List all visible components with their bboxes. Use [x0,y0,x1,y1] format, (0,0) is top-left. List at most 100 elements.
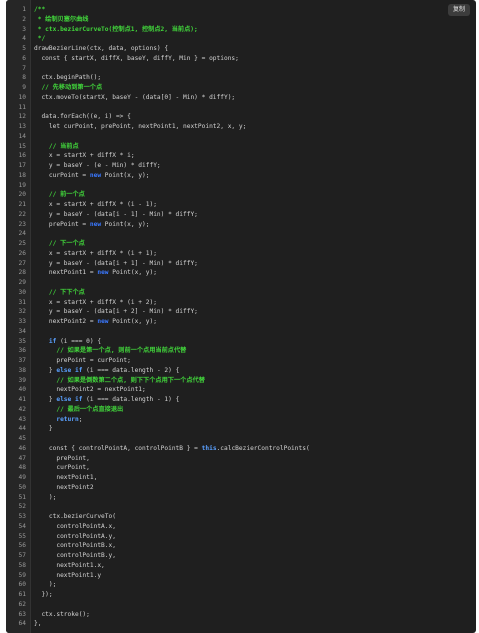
code-token: controlPointA.x, [34,522,116,530]
code-line: 64}, [6,619,476,629]
code-line: 10 ctx.moveTo(startX, baseY - (data[0] -… [6,93,476,103]
code-line: 36 // 如果是第一个点, 则前一个点用当前点代替 [6,346,476,356]
code-token: }); [34,591,53,598]
code-line: 14 [6,132,476,142]
code-line: 15 // 当前点 [6,142,476,152]
code-line: 32 y = baseY - (data[i + 2] - Min) * dif… [6,307,476,317]
line-number: 14 [18,132,26,140]
code-line: 40 nextPoint2 = nextPoint1; [6,385,476,395]
code-token: controlPointB.x, [34,542,116,550]
line-number: 59 [18,571,26,579]
code-line: 47 prePoint, [6,454,476,464]
code-token: const { startX, diffX, baseY, diffY, Min… [34,54,239,62]
code-text: // 如果是倒数第二个点, 则下下个点用下一个点代替 [34,376,476,386]
code-token: ctx.stroke(); [34,610,90,618]
copy-button[interactable]: 复制 [448,4,470,16]
code-line: 9 // 先移动到第一个点 [6,83,476,93]
code-text: prePoint = new Point(x, y); [34,220,476,230]
line-number: 58 [18,561,26,569]
code-text: prePoint = curPoint; [34,356,476,366]
code-text: * ctx.bezierCurveTo(控制点1, 控制点2, 当前点); [34,25,476,35]
code-line: 63 ctx.stroke(); [6,610,476,620]
code-text: curPoint, [34,463,476,473]
code-token: prePoint = [34,220,90,228]
code-line: 25 // 下一个点 [6,239,476,249]
code-comment: // 最后一个点直接退出 [34,405,124,413]
line-number: 26 [18,249,26,257]
code-text: nextPoint2 [34,483,476,493]
line-number: 45 [18,435,26,442]
line-number: 16 [18,152,26,160]
line-number: 60 [18,581,26,589]
code-text: // 前一个点 [34,190,476,200]
code-token: (i === 0) { [56,337,102,345]
code-token: let curPoint, prePoint, nextPoint1, next… [34,123,247,130]
code-line: 24 [6,229,476,239]
code-token: controlPointA.y, [34,532,116,540]
line-number: 4 [22,35,26,43]
code-text: // 当前点 [34,142,476,152]
code-token: nextPoint1.y [34,571,102,579]
line-number: 36 [18,347,26,355]
line-number: 22 [18,210,26,218]
code-text: nextPoint1.x, [34,561,476,571]
code-text: if (i === 0) { [34,337,476,347]
code-line: 18 curPoint = new Point(x, y); [6,171,476,181]
code-token: prePoint, [34,454,90,462]
code-token: drawBezierLine(ctx, data, options) { [34,45,169,52]
code-token: prePoint = curPoint; [34,357,131,364]
code-line: 53 ctx.bezierCurveTo( [6,512,476,522]
line-number: 55 [18,532,26,540]
code-token: y = baseY - (data[i - 1] - Min) * diffY; [34,210,198,218]
code-line: 4 */ [6,34,476,44]
code-token: } [34,425,53,433]
line-number: 40 [18,386,26,394]
code-token: nextPoint2 = [34,318,98,325]
code-line: 19 [6,181,476,191]
code-line: 50 nextPoint2 [6,483,476,493]
code-line: 38 } else if (i === data.length - 2) { [6,366,476,376]
code-line: 12 data.forEach((e, i) => { [6,112,476,122]
code-line: 31 x = startX + diffX * (i + 2); [6,298,476,308]
code-text: x = startX + diffX * (i + 2); [34,298,476,308]
line-number: 27 [18,259,26,267]
code-text: // 最后一个点直接退出 [34,405,476,415]
code-line: 23 prePoint = new Point(x, y); [6,220,476,230]
code-comment: */ [34,35,46,43]
code-text: y = baseY - (data[i + 2] - Min) * diffY; [34,307,476,317]
code-token: y = baseY - (data[i + 1] - Min) * diffY; [34,259,198,267]
code-keyword: else if [56,396,83,403]
code-line: 5 drawBezierLine(ctx, data, options) { [6,44,476,54]
code-line: 6 const { startX, diffX, baseY, diffY, M… [6,54,476,64]
code-line: 2 * 绘制贝塞尔曲线 [6,15,476,25]
code-keyword: new [89,171,102,179]
code-line: 59 nextPoint1.y [6,571,476,581]
code-line: 20 // 前一个点 [6,190,476,200]
line-number: 64 [18,620,26,628]
code-line: 7 [6,64,476,74]
line-number: 20 [18,191,26,199]
code-text: // 先移动到第一个点 [34,83,476,93]
line-number: 8 [22,74,26,82]
line-number: 56 [18,542,26,550]
code-token: x = startX + diffX * (i + 1); [34,249,157,257]
code-text: let curPoint, prePoint, nextPoint1, next… [34,122,476,132]
line-number: 53 [18,513,26,520]
code-text: ); [34,580,476,590]
line-number: 49 [18,474,26,481]
line-number: 19 [18,181,26,189]
code-text: } else if (i === data.length - 1) { [34,395,476,405]
code-text: ctx.beginPath(); [34,73,476,83]
code-text: y = baseY - (data[i - 1] - Min) * diffY; [34,210,476,220]
line-number: 52 [18,503,26,511]
code-line: 43 return; [6,415,476,425]
code-token: ; [78,415,83,423]
line-number: 13 [18,123,26,130]
code-comment: // 先移动到第一个点 [34,84,103,91]
line-number: 3 [22,25,26,33]
line-number: 2 [22,15,26,23]
code-line: 17 y = baseY - (e - Min) * diffY; [6,161,476,171]
line-number: 39 [18,376,26,384]
